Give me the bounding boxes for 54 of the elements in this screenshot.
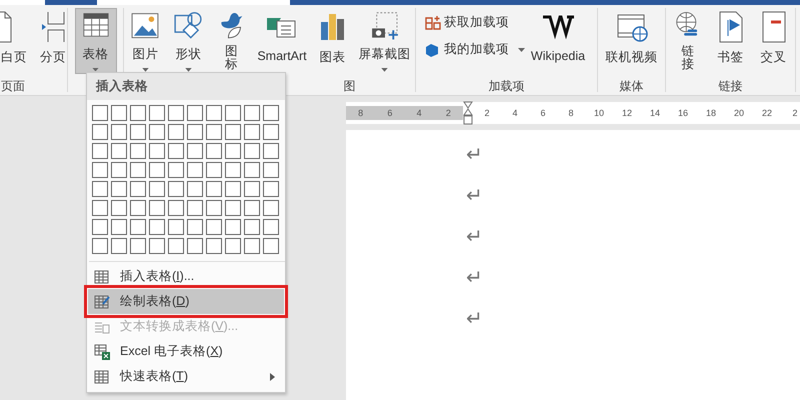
- ribbon-button[interactable]: 交叉: [754, 8, 794, 74]
- ruler-number: 22: [760, 108, 773, 118]
- ribbon-button[interactable]: 图表: [312, 8, 353, 74]
- menu-header: 插入表格: [87, 73, 285, 100]
- ribbon-button[interactable]: 书签: [710, 8, 750, 74]
- group-label: 加载项: [488, 78, 524, 95]
- ruler-number: 12: [620, 108, 633, 118]
- ribbon-button[interactable]: 图标: [211, 8, 252, 74]
- paragraph-mark: ↵: [466, 308, 483, 330]
- ruler-number: 8: [567, 108, 574, 118]
- group-label: 页面: [1, 78, 25, 95]
- ruler-number: 16: [676, 108, 689, 118]
- ribbon-button[interactable]: 获取加载项: [424, 14, 525, 31]
- ruler-number: 2: [483, 108, 490, 118]
- ribbon-button[interactable]: SmartArt: [254, 8, 310, 74]
- table-icon: [94, 368, 110, 384]
- menu-item[interactable]: 快速表格(T): [88, 364, 284, 389]
- ruler-number: 10: [592, 108, 605, 118]
- group-label: 媒体: [620, 78, 644, 95]
- paragraph-mark: ↵: [466, 267, 483, 289]
- ruler-number: 2: [791, 108, 798, 118]
- ruler-number: 6: [387, 108, 392, 118]
- paragraph-mark: ↵: [466, 185, 483, 207]
- ruler-number: 20: [732, 108, 745, 118]
- group-label: 图: [344, 78, 356, 95]
- menu-item[interactable]: Excel 电子表格(X): [88, 339, 284, 364]
- cube-icon: [424, 42, 441, 58]
- ribbon-button[interactable]: 图片: [125, 8, 166, 74]
- menu-item[interactable]: 插入表格(I)...: [88, 264, 284, 289]
- paragraph-mark: ↵: [466, 226, 483, 248]
- ribbon-button[interactable]: 链接: [668, 8, 708, 74]
- spreadsheet-icon: [94, 344, 110, 360]
- pencil-table-icon: [94, 294, 110, 310]
- ribbon-button[interactable]: 表格: [74, 8, 116, 74]
- paragraph-mark: ↵: [466, 144, 483, 166]
- group-label: 链接: [718, 78, 742, 95]
- ruler-number: 14: [648, 108, 661, 118]
- ribbon-button[interactable]: Wikipedia: [528, 8, 588, 74]
- ruler-number: 6: [539, 108, 546, 118]
- store-icon: [424, 14, 441, 30]
- ruler-number: 4: [416, 108, 422, 118]
- ruler-number: 2: [446, 108, 451, 118]
- ruler-number: 8: [358, 108, 364, 118]
- ribbon-button[interactable]: 白页: [1, 8, 30, 74]
- menu-item[interactable]: 绘制表格(D): [88, 289, 284, 314]
- ruler-number: 18: [704, 108, 717, 118]
- ribbon-button[interactable]: 形状: [168, 8, 208, 74]
- ribbon-button[interactable]: 屏幕截图: [356, 8, 414, 74]
- table-icon: [94, 268, 110, 284]
- ruler-number: 4: [511, 108, 518, 118]
- indent-marker-icon[interactable]: [463, 101, 473, 125]
- ribbon-button[interactable]: 联机视频: [602, 8, 660, 74]
- ribbon-button[interactable]: 我的加载项: [424, 41, 525, 58]
- ribbon-button[interactable]: 分页: [33, 8, 73, 74]
